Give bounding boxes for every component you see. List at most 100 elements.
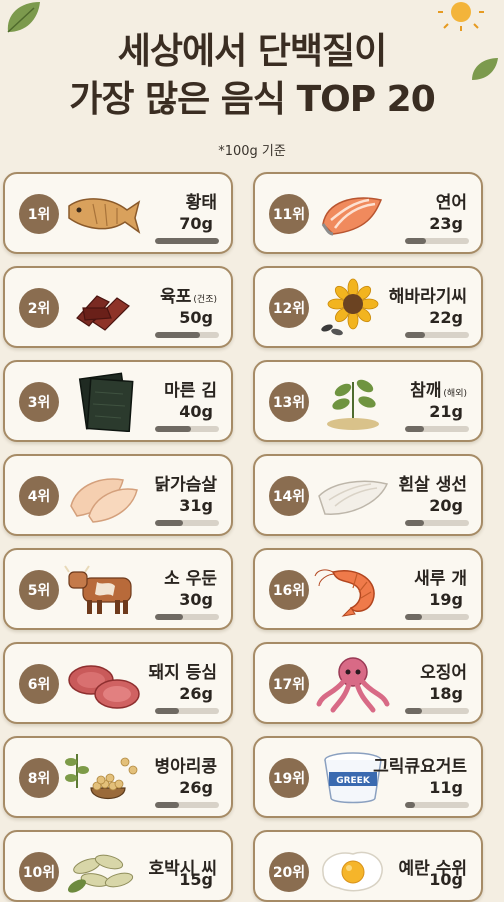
protein-bar	[155, 614, 219, 620]
food-name: 닭가슴살	[154, 475, 217, 495]
squid-icon	[316, 657, 390, 713]
protein-amount: 70g	[179, 214, 213, 233]
protein-bar-fill	[405, 332, 425, 338]
rank-badge: 12위	[269, 288, 309, 328]
protein-bar	[405, 238, 469, 244]
food-card-12: 12위 해바라기씨 22g	[253, 266, 483, 348]
protein-bar	[155, 708, 219, 714]
protein-amount: 31g	[179, 496, 213, 515]
food-name: 육포 (건조)	[160, 287, 217, 307]
sunflower-seeds-icon	[321, 278, 379, 336]
food-card-16: 16위 새루 개 19g	[253, 548, 483, 630]
protein-amount: 26g	[179, 778, 213, 797]
food-card-4: 4위 닭가슴살 31g	[3, 454, 233, 536]
food-card-20: 20위 예란 수위 10g	[253, 830, 483, 902]
protein-amount: 15g	[179, 870, 213, 889]
food-name: 마른 김	[164, 381, 217, 401]
food-card-2: 2위 육포 (건조) 50g	[3, 266, 233, 348]
rank-badge: 16위	[269, 570, 309, 610]
pumpkin-seeds-icon	[67, 854, 134, 893]
rank-badge: 4위	[19, 476, 59, 516]
food-card-17: 17위 오징어 18g	[253, 642, 483, 724]
protein-bar-fill	[405, 520, 424, 526]
chicken-breast-icon	[70, 478, 138, 523]
protein-amount: 21g	[429, 402, 463, 421]
protein-bar-fill	[155, 426, 192, 432]
food-name: 그릭큐요거트	[373, 757, 467, 777]
food-note: (건조)	[193, 295, 217, 305]
page-title: 세상에서 단백질이	[117, 31, 388, 72]
protein-amount: 20g	[429, 496, 463, 515]
food-card-8: 8위 병아리콩 26g	[3, 736, 233, 818]
food-name: 해바라기씨	[388, 287, 467, 307]
subtitle: *100g 기준	[218, 144, 286, 159]
protein-bar	[405, 708, 469, 714]
white-fish-icon	[318, 480, 389, 515]
shrimp-icon	[314, 569, 375, 617]
protein-bar-fill	[155, 802, 179, 808]
rank-badge: 6위	[19, 664, 59, 704]
salmon-icon	[321, 197, 383, 236]
rank-badge: 17위	[269, 664, 309, 704]
protein-amount: 40g	[179, 402, 213, 421]
rank-badge: 5위	[19, 570, 59, 610]
rank-badge: 1위	[19, 194, 59, 234]
rank-badge: 10위	[19, 852, 59, 892]
food-name: 참깨 (해외)	[410, 381, 467, 401]
fried-egg-icon	[322, 851, 383, 892]
food-note: (해외)	[443, 389, 467, 399]
protein-amount: 26g	[179, 684, 213, 703]
protein-bar-fill	[155, 614, 183, 620]
rank-badge: 11위	[269, 194, 309, 234]
food-name: 병아리콩	[154, 757, 217, 777]
protein-amount: 22g	[429, 308, 463, 327]
page-title-line2: 가장 많은 음식 TOP 20	[69, 79, 436, 120]
food-name: 오징어	[420, 663, 467, 683]
yogurt-label: GREEK	[336, 776, 371, 786]
beef-jerky-icon	[76, 295, 130, 331]
cow-icon	[64, 565, 132, 614]
food-card-19: 19위 GREEK 그릭큐요거트 11g	[253, 736, 483, 818]
protein-bar	[155, 426, 219, 432]
protein-bar-fill	[155, 238, 219, 244]
rank-badge: 13위	[269, 382, 309, 422]
rank-badge: 20위	[269, 852, 309, 892]
protein-bar	[155, 332, 219, 338]
protein-bar-fill	[405, 426, 425, 432]
protein-bar	[405, 802, 469, 808]
rank-badge: 2위	[19, 288, 59, 328]
protein-bar	[405, 332, 469, 338]
dried-seaweed-icon	[78, 372, 134, 432]
protein-bar-fill	[155, 708, 179, 714]
protein-bar	[155, 802, 219, 808]
food-name: 소 우둔	[164, 569, 217, 589]
protein-bar-fill	[405, 614, 423, 620]
rank-badge: 3위	[19, 382, 59, 422]
food-card-6: 6위 돼지 등심 26g	[3, 642, 233, 724]
food-card-14: 14위 흰살 생선 20g	[253, 454, 483, 536]
food-name: 돼지 등심	[148, 663, 217, 683]
food-name: 황태	[185, 193, 217, 213]
protein-bar-fill	[405, 802, 416, 808]
protein-bar	[405, 426, 469, 432]
rank-badge: 8위	[19, 758, 59, 798]
protein-bar	[405, 614, 469, 620]
protein-amount: 19g	[429, 590, 463, 609]
protein-bar-fill	[155, 520, 184, 526]
chickpea-icon	[65, 754, 138, 800]
protein-bar	[155, 520, 219, 526]
protein-amount: 23g	[429, 214, 463, 233]
protein-bar-fill	[405, 238, 427, 244]
food-name: 흰살 생선	[398, 475, 467, 495]
pork-loin-icon	[68, 665, 140, 709]
food-card-1: 1위 황태 70g	[3, 172, 233, 254]
protein-amount: 11g	[429, 778, 463, 797]
protein-bar-fill	[155, 332, 201, 338]
sesame-icon	[327, 379, 379, 430]
food-card-5: 5위 소 우둔 30g	[3, 548, 233, 630]
protein-bar-fill	[405, 708, 422, 714]
food-card-3: 3위 마른 김 40g	[3, 360, 233, 442]
food-card-11: 11위 연어 23g	[253, 172, 483, 254]
rank-badge: 19위	[269, 758, 309, 798]
protein-bar	[405, 520, 469, 526]
